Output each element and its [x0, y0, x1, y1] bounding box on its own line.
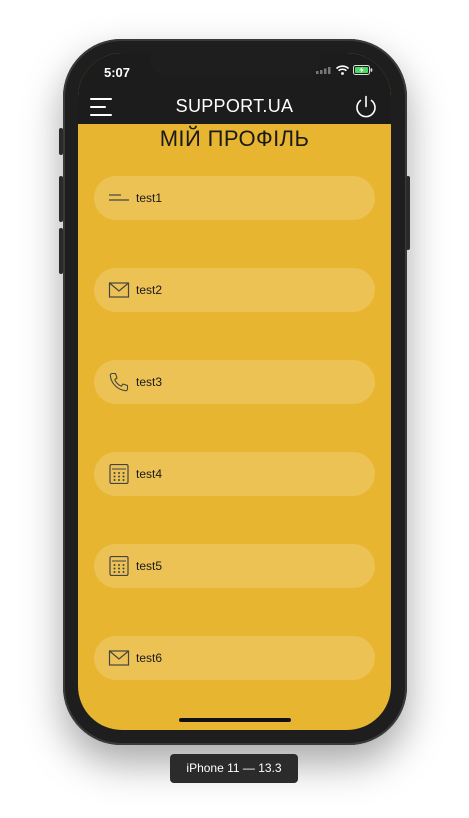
app-header: SUPPORT.UA	[78, 91, 391, 124]
wifi-icon	[336, 65, 349, 75]
status-icons	[316, 65, 373, 75]
profile-item-4[interactable]: test4	[94, 452, 375, 496]
volume-down-button	[59, 228, 63, 274]
battery-charging-icon	[353, 65, 373, 75]
power-icon[interactable]	[353, 94, 379, 120]
lines-icon	[109, 194, 129, 201]
profile-item-label: test2	[136, 283, 163, 297]
profile-item-label: test4	[136, 467, 163, 481]
profile-item-label: test3	[136, 375, 163, 389]
profile-item-1[interactable]: test1	[94, 176, 375, 220]
profile-item-label: test1	[136, 191, 163, 205]
app-title: SUPPORT.UA	[175, 96, 294, 116]
page-title: МІЙ ПРОФІЛЬ	[159, 126, 310, 151]
envelope-icon	[108, 282, 130, 298]
app-screen: 5:07 SUPPORT.UA МІЙ ПРОФІЛЬ test1 test2 …	[78, 53, 391, 730]
mute-switch	[59, 128, 63, 155]
phone-icon	[109, 372, 129, 392]
home-indicator[interactable]	[179, 718, 291, 722]
volume-up-button	[59, 176, 63, 222]
profile-item-label: test5	[136, 559, 163, 573]
profile-item-2[interactable]: test2	[94, 268, 375, 312]
status-time: 5:07	[104, 65, 131, 80]
profile-item-6[interactable]: test6	[94, 636, 375, 680]
profile-item-3[interactable]: test3	[94, 360, 375, 404]
device-label: iPhone 11 — 13.3	[170, 754, 298, 783]
signal-icon	[316, 67, 331, 74]
envelope-icon	[108, 650, 130, 666]
calculator-icon	[109, 556, 129, 576]
power-side-button	[406, 176, 410, 250]
notch	[150, 53, 320, 77]
calculator-icon	[109, 464, 129, 484]
profile-item-label: test6	[136, 651, 163, 665]
profile-item-5[interactable]: test5	[94, 544, 375, 588]
